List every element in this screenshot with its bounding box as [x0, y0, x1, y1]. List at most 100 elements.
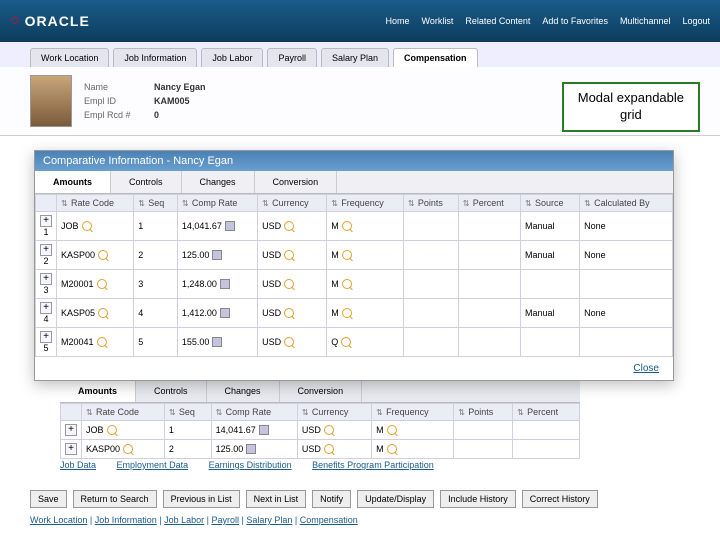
expand-row-button[interactable]: +: [40, 215, 52, 227]
subtab-changes[interactable]: Changes: [182, 171, 255, 193]
bg-subtab-changes[interactable]: Changes: [207, 380, 280, 402]
previous-in-list-button[interactable]: Previous in List: [163, 490, 240, 508]
lookup-icon[interactable]: [98, 250, 108, 260]
correct-history-button[interactable]: Correct History: [522, 490, 598, 508]
expand-row-button[interactable]: +: [40, 273, 52, 285]
col-comp-rate[interactable]: Comp Rate: [177, 195, 257, 212]
subtab-amounts[interactable]: Amounts: [35, 171, 111, 193]
lookup-icon[interactable]: [98, 308, 108, 318]
col-percent[interactable]: Percent: [458, 195, 520, 212]
lookup-icon[interactable]: [284, 221, 294, 231]
lookup-icon[interactable]: [387, 425, 397, 435]
calculator-icon[interactable]: [212, 337, 222, 347]
lookup-icon[interactable]: [284, 250, 294, 260]
close-link[interactable]: Close: [633, 363, 659, 374]
col-currency[interactable]: Currency: [258, 195, 327, 212]
trail-salary-plan[interactable]: Salary Plan: [246, 515, 292, 525]
cell-seq: 2: [134, 241, 178, 270]
calculator-icon[interactable]: [220, 279, 230, 289]
calculator-icon[interactable]: [259, 425, 269, 435]
lookup-icon[interactable]: [341, 337, 351, 347]
nav-home[interactable]: Home: [386, 16, 410, 26]
expand-row-button[interactable]: +: [40, 244, 52, 256]
col-calculated-by[interactable]: Calculated By: [580, 195, 673, 212]
notify-button[interactable]: Notify: [312, 490, 351, 508]
bg-subtab-conversion[interactable]: Conversion: [280, 380, 363, 402]
trail-job-labor[interactable]: Job Labor: [164, 515, 204, 525]
value-empid: KAM005: [154, 96, 274, 106]
lookup-icon[interactable]: [324, 444, 334, 454]
tab-job-labor[interactable]: Job Labor: [201, 48, 263, 67]
trail-job-information[interactable]: Job Information: [95, 515, 157, 525]
trail-payroll[interactable]: Payroll: [211, 515, 239, 525]
tab-payroll[interactable]: Payroll: [267, 48, 317, 67]
cell-frequency: M: [331, 279, 339, 289]
nav-add-to-favorites[interactable]: Add to Favorites: [542, 16, 608, 26]
tab-work-location[interactable]: Work Location: [30, 48, 109, 67]
trail-compensation[interactable]: Compensation: [300, 515, 358, 525]
col-rate-code[interactable]: Rate Code: [57, 195, 134, 212]
return-to-search-button[interactable]: Return to Search: [73, 490, 157, 508]
nav-related-content[interactable]: Related Content: [465, 16, 530, 26]
cell-source: Manual: [520, 299, 579, 328]
lookup-icon[interactable]: [387, 444, 397, 454]
trail-work-location[interactable]: Work Location: [30, 515, 87, 525]
oracle-logo: ○ORACLE: [10, 12, 90, 30]
col-source[interactable]: Source: [520, 195, 579, 212]
lookup-icon[interactable]: [97, 279, 107, 289]
nav-multichannel[interactable]: Multichannel: [620, 16, 671, 26]
lookup-icon[interactable]: [342, 250, 352, 260]
label-name: Name: [84, 82, 154, 92]
calculator-icon[interactable]: [212, 250, 222, 260]
include-history-button[interactable]: Include History: [440, 490, 516, 508]
save-button[interactable]: Save: [30, 490, 67, 508]
expand-row-button[interactable]: +: [40, 331, 52, 343]
tab-compensation[interactable]: Compensation: [393, 48, 478, 67]
lookup-icon[interactable]: [284, 337, 294, 347]
cell-calc-by: None: [580, 241, 673, 270]
modal-subtabs: Amounts Controls Changes Conversion: [35, 171, 673, 194]
expand-row-button[interactable]: +: [40, 302, 52, 314]
lookup-icon[interactable]: [82, 221, 92, 231]
modal-title: Comparative Information - Nancy Egan: [35, 151, 673, 171]
lookup-icon[interactable]: [284, 279, 294, 289]
lookup-icon[interactable]: [342, 308, 352, 318]
expand-row-button[interactable]: +: [65, 424, 77, 436]
calculator-icon[interactable]: [246, 444, 256, 454]
calculator-icon[interactable]: [225, 221, 235, 231]
lookup-icon[interactable]: [342, 279, 352, 289]
subtab-conversion[interactable]: Conversion: [255, 171, 338, 193]
next-in-list-button[interactable]: Next in List: [246, 490, 307, 508]
lookup-icon[interactable]: [342, 221, 352, 231]
cell-frequency: M: [331, 221, 339, 231]
col-seq[interactable]: Seq: [134, 195, 178, 212]
link-earnings-distribution[interactable]: Earnings Distribution: [209, 460, 292, 470]
tab-salary-plan[interactable]: Salary Plan: [321, 48, 389, 67]
lookup-icon[interactable]: [284, 308, 294, 318]
lookup-icon[interactable]: [123, 444, 133, 454]
bg-subtab-amounts[interactable]: Amounts: [60, 380, 136, 402]
col-frequency[interactable]: Frequency: [327, 195, 404, 212]
link-employment-data[interactable]: Employment Data: [117, 460, 189, 470]
col-points[interactable]: Points: [403, 195, 458, 212]
subtab-controls[interactable]: Controls: [111, 171, 182, 193]
nav-logout[interactable]: Logout: [682, 16, 710, 26]
lookup-icon[interactable]: [324, 425, 334, 435]
expand-row-button[interactable]: +: [65, 443, 77, 455]
update-display-button[interactable]: Update/Display: [357, 490, 434, 508]
link-benefits-program[interactable]: Benefits Program Participation: [312, 460, 434, 470]
table-row: +KASP002125.00USDM: [61, 440, 580, 459]
lookup-icon[interactable]: [97, 337, 107, 347]
cell-calc-by: None: [580, 299, 673, 328]
lookup-icon[interactable]: [107, 425, 117, 435]
cell-points: [403, 328, 458, 357]
sort-icon: [463, 198, 471, 206]
background-grid: Amounts Controls Changes Conversion Rate…: [60, 380, 580, 459]
nav-worklist[interactable]: Worklist: [422, 16, 454, 26]
link-job-data[interactable]: Job Data: [60, 460, 96, 470]
table-row: + 2KASP002125.00USDMManualNone: [36, 241, 673, 270]
callout-box: Modal expandable grid: [562, 82, 700, 132]
calculator-icon[interactable]: [220, 308, 230, 318]
tab-job-information[interactable]: Job Information: [113, 48, 197, 67]
bg-subtab-controls[interactable]: Controls: [136, 380, 207, 402]
